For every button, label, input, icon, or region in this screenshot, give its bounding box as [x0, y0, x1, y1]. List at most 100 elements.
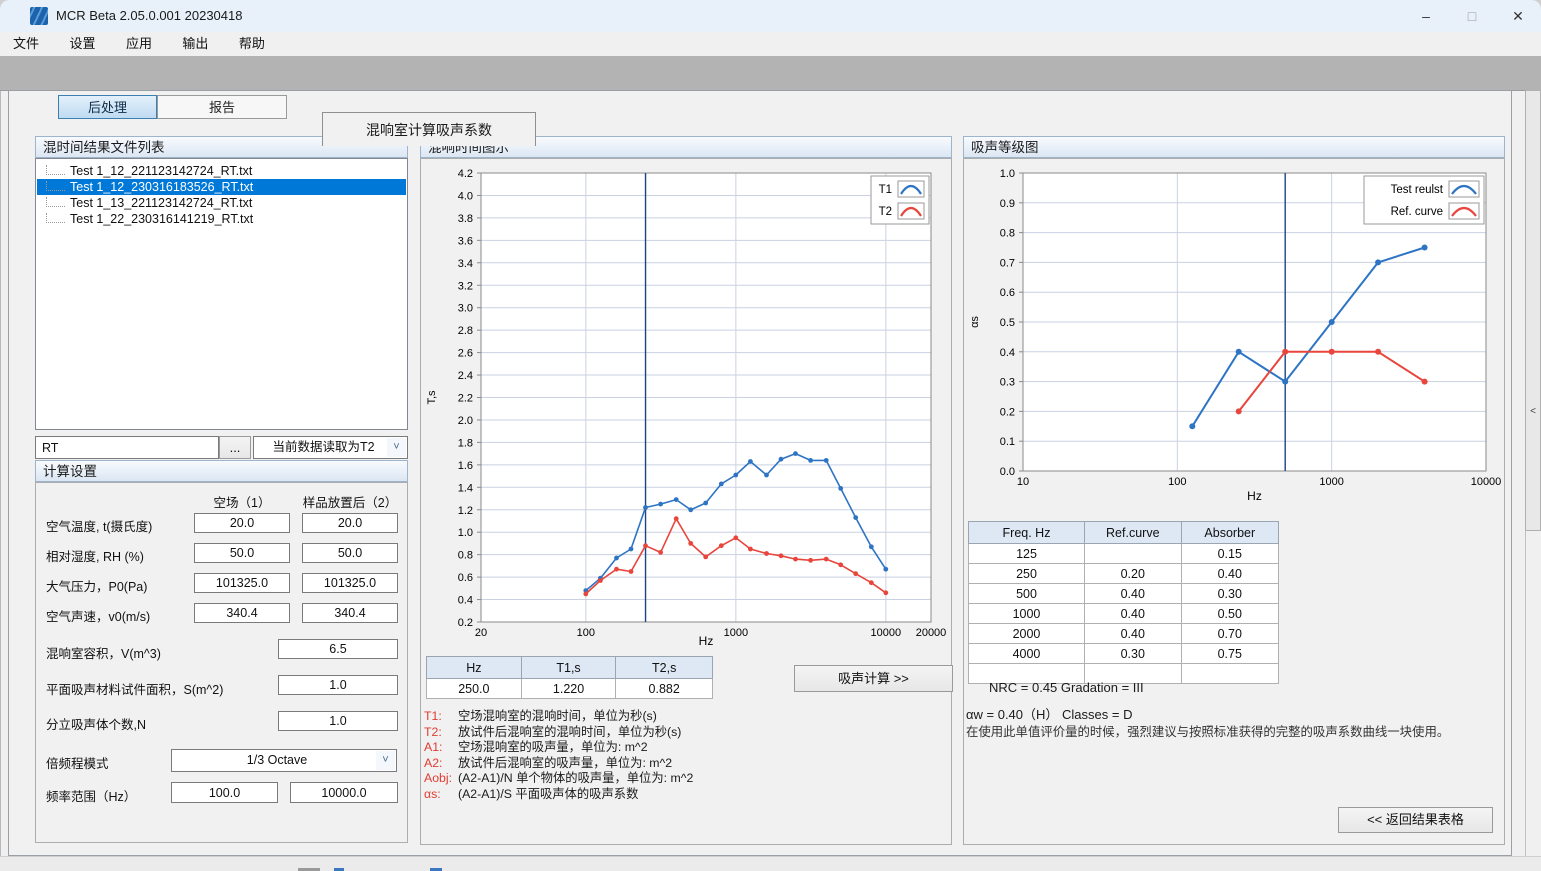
air-temp-field-1[interactable]	[194, 513, 290, 533]
app-window: MCR Beta 2.05.0.001 20230418 – □ ✕ 文件 设置…	[0, 0, 1541, 871]
annotation-line: A2:放试件后混响室的吸声量，单位为: m^2	[424, 756, 693, 772]
menu-help[interactable]: 帮助	[226, 32, 278, 56]
absorption-class-chart[interactable]: 0.00.10.20.30.40.50.60.70.80.91.01010010…	[966, 159, 1504, 504]
octave-mode-dropdown[interactable]: 1/3 Octave ˅	[171, 749, 397, 772]
abs-table-header-ref: Ref.curve	[1084, 522, 1181, 544]
air-temp-label: 空气温度, t(摄氏度)	[46, 516, 152, 535]
svg-text:0.6: 0.6	[458, 572, 473, 584]
tree-branch-icon	[46, 181, 65, 191]
sample-area-label: 平面吸声材料试件面积，S(m^2)	[46, 679, 223, 698]
subtab-report[interactable]: 报告	[157, 95, 287, 119]
table-row: 10000.400.50	[969, 604, 1279, 624]
pressure-field-1[interactable]	[194, 573, 290, 593]
table-row: 20000.400.70	[969, 624, 1279, 644]
result-name-input[interactable]	[35, 436, 219, 459]
menu-file[interactable]: 文件	[0, 32, 52, 56]
annotation-line: αs:(A2-A1)/S 平面吸声体的吸声系数	[424, 787, 693, 803]
freq-range-label: 频率范围（Hz）	[46, 786, 136, 805]
svg-text:2.8: 2.8	[458, 325, 473, 337]
column-header-empty-room: 空场（1）	[194, 492, 290, 511]
window-bottom-edge	[0, 856, 1541, 871]
rt-chart-panel: 0.20.40.60.81.01.21.41.61.82.02.22.42.62…	[420, 158, 952, 845]
pressure-label: 大气压力，P0(Pa)	[46, 576, 147, 595]
subtab-postprocess[interactable]: 后处理	[58, 95, 157, 119]
table-row: 1250.15	[969, 544, 1279, 564]
column-header-with-sample: 样品放置后（2）	[296, 492, 404, 511]
rt-table-header-t2: T2,s	[616, 657, 713, 679]
freq-max-field[interactable]	[290, 782, 398, 803]
svg-text:Hz: Hz	[699, 634, 714, 648]
svg-text:3.6: 3.6	[458, 235, 473, 247]
svg-text:0.4: 0.4	[458, 595, 473, 607]
humidity-field-1[interactable]	[194, 543, 290, 563]
close-button[interactable]: ✕	[1495, 0, 1541, 32]
menu-settings[interactable]: 设置	[56, 32, 108, 56]
svg-text:10000: 10000	[871, 627, 902, 639]
table-row: 2500.200.40	[969, 564, 1279, 584]
svg-text:1.2: 1.2	[458, 505, 473, 517]
minimize-button[interactable]: –	[1403, 0, 1449, 32]
svg-text:1.4: 1.4	[458, 482, 473, 494]
freq-min-field[interactable]	[171, 782, 278, 803]
title-bar: MCR Beta 2.05.0.001 20230418 – □ ✕	[0, 0, 1541, 32]
maximize-button[interactable]: □	[1449, 0, 1495, 32]
data-read-dropdown[interactable]: 当前数据读取为T2 ˅	[253, 436, 408, 459]
air-temp-field-2[interactable]	[302, 513, 398, 533]
svg-text:0.4: 0.4	[1000, 347, 1015, 359]
svg-text:3.2: 3.2	[458, 280, 473, 292]
window-title: MCR Beta 2.05.0.001 20230418	[56, 0, 242, 32]
svg-text:2.4: 2.4	[458, 370, 473, 382]
nrc-result-text: NRC = 0.45 Gradation = III	[989, 680, 1144, 695]
svg-text:20000: 20000	[916, 627, 947, 639]
menu-apply[interactable]: 应用	[113, 32, 165, 56]
list-item[interactable]: Test 1_13_221123142724_RT.txt	[37, 195, 406, 211]
svg-text:0.5: 0.5	[1000, 317, 1015, 329]
browse-button[interactable]: ...	[219, 436, 251, 459]
absorption-table: Freq. Hz Ref.curve Absorber 1250.15 2500…	[968, 521, 1279, 684]
svg-text:2.0: 2.0	[458, 415, 473, 427]
list-item[interactable]: Test 1_22_230316141219_RT.txt	[37, 211, 406, 227]
tab-strip: 文档设置 通道设置 混响室计算吸声系数	[0, 56, 1541, 91]
annotation-line: T1:空场混响室的混响时间，单位为秒(s)	[424, 709, 693, 725]
svg-text:0.9: 0.9	[1000, 198, 1015, 210]
svg-text:αs: αs	[969, 316, 981, 328]
file-list[interactable]: Test 1_12_221123142724_RT.txt Test 1_12_…	[35, 158, 408, 430]
back-to-results-button[interactable]: << 返回结果表格	[1338, 807, 1493, 833]
absorption-calc-button[interactable]: 吸声计算 >>	[794, 665, 953, 692]
list-item-selected[interactable]: Test 1_12_230316183526_RT.txt	[37, 179, 406, 195]
rt-table-cell-hz: 250.0	[427, 679, 522, 699]
humidity-field-2[interactable]	[302, 543, 398, 563]
svg-text:2.6: 2.6	[458, 348, 473, 360]
aw-result-text: αw = 0.40（H） Classes = D	[966, 704, 1132, 723]
svg-text:100: 100	[577, 627, 595, 639]
table-row: 40000.300.75	[969, 644, 1279, 664]
svg-text:T2: T2	[879, 206, 892, 218]
sound-speed-field-1[interactable]	[194, 603, 290, 623]
rt-table-cell-t1: 1.220	[521, 679, 616, 699]
svg-text:3.0: 3.0	[458, 303, 473, 315]
absorber-count-field[interactable]	[278, 711, 398, 731]
pressure-field-2[interactable]	[302, 573, 398, 593]
rt-table-header-hz: Hz	[427, 657, 522, 679]
right-collapse-strip[interactable]: <	[1525, 90, 1541, 531]
list-item[interactable]: Test 1_12_221123142724_RT.txt	[37, 163, 406, 179]
rt-value-table: Hz T1,s T2,s 250.0 1.220 0.882	[426, 656, 713, 699]
reverberation-time-chart[interactable]: 0.20.40.60.81.01.21.41.61.82.02.22.42.62…	[423, 159, 951, 649]
svg-text:0.6: 0.6	[1000, 287, 1015, 299]
svg-text:1.6: 1.6	[458, 460, 473, 472]
room-volume-field[interactable]	[278, 639, 398, 659]
annotation-line: T2:放试件后混响室的混响时间，单位为秒(s)	[424, 725, 693, 741]
sound-speed-field-2[interactable]	[302, 603, 398, 623]
annotation-line: Aobj:(A2-A1)/N 单个物体的吸声量，单位为: m^2	[424, 771, 693, 787]
svg-text:1.0: 1.0	[458, 527, 473, 539]
menu-output[interactable]: 输出	[169, 32, 221, 56]
tab-reverb-room-absorption[interactable]: 混响室计算吸声系数	[322, 112, 536, 146]
room-volume-label: 混响室容积，V(m^3)	[46, 643, 161, 662]
svg-text:0.7: 0.7	[1000, 257, 1015, 269]
sample-area-field[interactable]	[278, 675, 398, 695]
svg-text:0.8: 0.8	[458, 550, 473, 562]
maximize-icon: □	[1468, 8, 1476, 24]
svg-text:T1: T1	[879, 184, 892, 196]
calc-settings-box: 空场（1） 样品放置后（2） 空气温度, t(摄氏度) 相对湿度, RH (%)…	[35, 482, 408, 843]
tree-branch-icon	[46, 165, 65, 175]
